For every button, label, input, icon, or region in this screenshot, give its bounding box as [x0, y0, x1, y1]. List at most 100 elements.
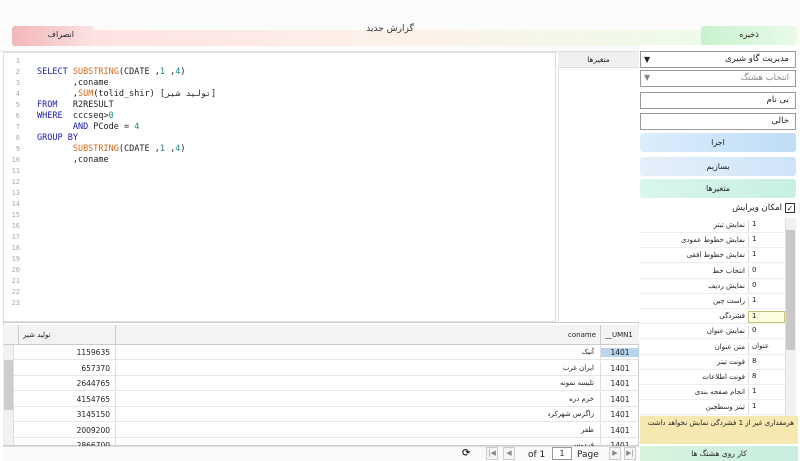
cell-name: ایران غرب	[562, 363, 594, 372]
page-label: Page	[577, 450, 599, 460]
scrollbar-thumb[interactable]	[786, 230, 795, 350]
property-name: نمایش عنوان	[706, 327, 745, 336]
property-row[interactable]: نمایش خطوط عمودی 1	[640, 233, 785, 249]
module-select[interactable]: مدیریت گاو شیری	[640, 51, 796, 68]
code-line: FROM R2RESULT	[37, 100, 114, 110]
last-page-button[interactable]: ▶|	[624, 447, 636, 460]
code-line: SELECT SUBSTRING(CDATE ,1 ,4)	[37, 67, 186, 77]
cell-year: 1401	[610, 363, 630, 373]
property-name: نمایش خطوط عمودی	[680, 236, 745, 245]
property-row[interactable]: راست چین 1	[640, 294, 785, 309]
property-name: متن عنوان	[714, 342, 745, 351]
property-name: فونت اطلاعات	[702, 373, 745, 381]
cell-name: تلیسه نمونه	[560, 379, 594, 387]
save-button[interactable]: ذخیره	[701, 26, 797, 46]
compression-note: هرمقداری غیر از 1 فشردگی نمایش نخواهد دا…	[640, 416, 798, 444]
properties-list: نمایش تیتر 1 نمایش خطوط عمودی 1 نمایش خطوط ا…	[640, 218, 785, 416]
cell-total: 2009200	[76, 425, 110, 435]
property-name: فشردگی	[719, 312, 745, 321]
build-button[interactable]: بسازیم	[640, 157, 796, 176]
property-name: انتخاب خط	[712, 266, 745, 275]
empty-field[interactable]: خالی	[640, 113, 796, 130]
cancel-button[interactable]: انصراف	[12, 26, 94, 46]
property-value[interactable]: 8	[748, 372, 785, 384]
property-row[interactable]: نمایش تیتر 1	[640, 218, 785, 233]
page-input[interactable]: 1	[552, 447, 572, 460]
variables-header: متغیرها	[558, 52, 639, 68]
property-row[interactable]: متن عنوان عنوان	[640, 340, 785, 355]
cell-year: 1401	[610, 379, 630, 388]
code-line: ,coname	[37, 155, 109, 165]
variables-button[interactable]: متغیرها	[640, 179, 796, 198]
column-header-total[interactable]: تولید شیر	[18, 325, 115, 345]
property-row[interactable]: نمایش ردیف 0	[640, 279, 785, 294]
property-name: انجام صفحه بندی	[694, 388, 745, 397]
property-value[interactable]: 1	[748, 220, 785, 232]
table-row[interactable]: 657370 ایران غرب 1401	[3, 360, 639, 376]
property-value[interactable]: 8	[748, 356, 785, 369]
first-page-button[interactable]: |◀	[486, 447, 498, 460]
column-header-name[interactable]: coname	[115, 325, 600, 345]
code-line: ,SUM(tolid_shir) [تولید شیر]	[37, 89, 217, 99]
chevron-down-icon[interactable]: ▼	[644, 55, 650, 64]
intelligence-select[interactable]: انتخاب هشتگ	[640, 70, 796, 87]
grid-header: تولید شیر coname __UMN1	[3, 325, 639, 345]
edit-options-label: امکان ویرایش	[732, 203, 782, 213]
cell-name: ظفر	[581, 425, 594, 434]
scrollbar-thumb[interactable]	[4, 360, 13, 410]
table-row[interactable]: 2644765 تلیسه نمونه 1401	[3, 376, 639, 391]
variables-panel	[558, 52, 639, 322]
cell-name: خرم دره	[569, 394, 594, 403]
property-value[interactable]: 0	[748, 326, 785, 339]
property-value[interactable]: 1	[748, 250, 785, 263]
table-row[interactable]: 3145150 زاگرس شهرکرد 1401	[3, 407, 639, 422]
property-row[interactable]: فونت تیتر 8	[640, 355, 785, 370]
property-value[interactable]: عنوان	[748, 341, 785, 354]
line-number-gutter: 1 2 3 4 5 6 7 8 9 10 11 12 13 14 15 16 1…	[11, 57, 20, 307]
property-row[interactable]: انتخاب خط 0	[640, 264, 785, 279]
untitled-field[interactable]: بی نام	[640, 92, 796, 109]
cell-year: 1401	[601, 348, 639, 357]
property-row[interactable]: فونت اطلاعات 8	[640, 370, 785, 385]
code-line: ,coname	[37, 78, 109, 88]
property-value[interactable]: 1	[748, 235, 785, 248]
table-row[interactable]: 2009200 ظفر 1401	[3, 422, 639, 438]
cell-year: 1401	[610, 425, 630, 435]
property-value[interactable]: 1	[748, 311, 785, 324]
cell-year: 1401	[610, 394, 630, 404]
run-button[interactable]: اجرا	[640, 133, 796, 152]
page-count-label: of 1	[528, 450, 546, 460]
prev-page-button[interactable]: ◀	[503, 447, 515, 460]
column-header-year[interactable]: __UMN1	[600, 325, 639, 345]
property-name: نمایش تیتر	[713, 221, 745, 229]
property-name: فونت تیتر	[716, 357, 745, 366]
sql-code[interactable]: SELECT SUBSTRING(CDATE ,1 ,4) ,coname ,S…	[37, 67, 216, 166]
property-name: نمایش خطوط افقی	[686, 251, 745, 260]
property-name: راست چین	[712, 297, 745, 305]
cell-total: 2644765	[76, 379, 110, 388]
cell-year: 1401	[610, 410, 630, 419]
work-on-intelligence-button[interactable]: کار روی هشتگ ها	[640, 446, 798, 461]
property-row[interactable]: تیتر وسطچین 1	[640, 400, 785, 416]
code-line: WHERE cccseq>0	[37, 111, 114, 121]
chevron-down-icon[interactable]: ▼	[644, 73, 650, 82]
property-value[interactable]: 1	[748, 402, 785, 415]
property-value[interactable]: 1	[748, 387, 785, 400]
table-row[interactable]: 1159635 آنیک 1401	[3, 345, 639, 360]
cell-name: زاگرس شهرکرد	[547, 410, 594, 418]
refresh-icon[interactable]: ⟳	[462, 448, 470, 459]
property-row[interactable]: نمایش عنوان 0	[640, 324, 785, 340]
next-page-button[interactable]: ▶	[609, 447, 621, 460]
cell-total: 3145150	[76, 410, 110, 419]
property-value[interactable]: 0	[748, 265, 785, 278]
property-row[interactable]: فشردگی 1	[640, 309, 785, 325]
property-value[interactable]: 1	[748, 296, 785, 308]
edit-options-checkbox[interactable]: ✓	[785, 203, 795, 213]
property-row[interactable]: نمایش خطوط افقی 1	[640, 248, 785, 264]
cell-name: آنیک	[581, 348, 594, 356]
property-name: نمایش ردیف	[708, 281, 745, 290]
property-value[interactable]: 0	[748, 280, 785, 293]
property-row[interactable]: انجام صفحه بندی 1	[640, 385, 785, 401]
code-line: SUBSTRING(CDATE ,1 ,4)	[72, 144, 186, 154]
table-row[interactable]: 4154765 خرم دره 1401	[3, 391, 639, 407]
